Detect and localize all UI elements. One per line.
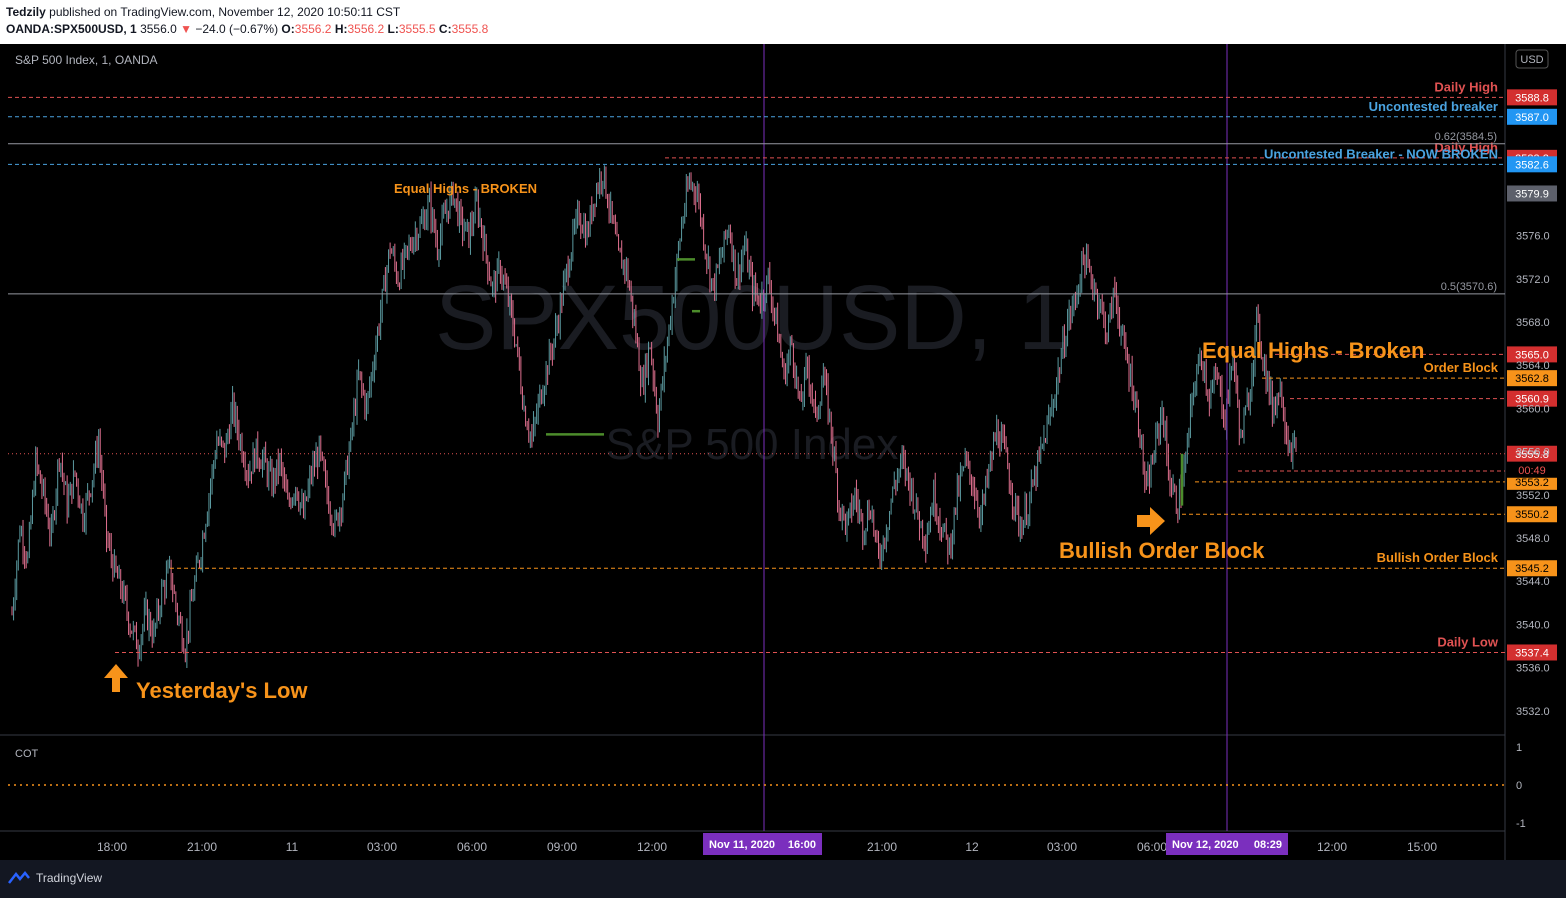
symbol-label: OANDA:SPX500USD, 1	[6, 22, 137, 36]
time-tick-label: 12:00	[1317, 840, 1347, 854]
tradingview-logo-text: TradingView	[36, 871, 103, 885]
price-tag-text: 3562.8	[1515, 373, 1549, 385]
time-tick-label: 06:00	[457, 840, 487, 854]
close-value: 3555.8	[451, 22, 489, 36]
price-level-label: Bullish Order Block	[1377, 550, 1499, 565]
time-tick-label: 03:00	[367, 840, 397, 854]
time-marker-date: Nov 12, 2020	[1172, 839, 1239, 851]
last-price: 3556.0	[140, 22, 177, 36]
time-tick-label: 03:00	[1047, 840, 1077, 854]
footer-bar: TradingView	[0, 860, 1566, 898]
price-tick-label: 3560.0	[1516, 403, 1550, 415]
fib-level-label: 0.62(3584.5)	[1435, 131, 1497, 143]
time-tick-label: 06:00	[1137, 840, 1167, 854]
price-tag-text: 3588.8	[1515, 92, 1549, 104]
time-tick-label: 18:00	[97, 840, 127, 854]
tradingview-logo[interactable]: TradingView	[8, 871, 102, 885]
price-tick-label: 3552.0	[1516, 490, 1550, 502]
open-value: 3556.2	[294, 22, 332, 36]
time-marker-time: 16:00	[788, 839, 816, 851]
low-value: 3555.5	[398, 22, 436, 36]
time-tick-label: 21:00	[187, 840, 217, 854]
time-tick-label: 09:00	[547, 840, 577, 854]
price-tag-text: 3579.9	[1515, 188, 1549, 200]
countdown-text: 00:49	[1518, 465, 1546, 477]
indicator-tick-label: -1	[1516, 818, 1526, 830]
annotation-bullish-order-block: Bullish Order Block	[1059, 538, 1265, 563]
chart-area[interactable]: SPX500USD, 1 S&P 500 Index S&P 500 Index,…	[0, 44, 1566, 860]
ohlc-line: OANDA:SPX500USD, 1 3556.0 ▼ −24.0 (−0.67…	[6, 22, 488, 36]
price-tag-text: 3550.2	[1515, 509, 1549, 521]
price-level-label: Daily High	[1434, 79, 1498, 94]
price-level-label: Order Block	[1424, 360, 1499, 375]
close-label: C:	[438, 22, 452, 36]
time-tick-label: 12:00	[637, 840, 667, 854]
price-tick-label: 3532.0	[1516, 706, 1550, 718]
publish-text: published on TradingView.com, November 1…	[49, 5, 401, 19]
author-name[interactable]: Tedzily	[6, 5, 46, 19]
time-tick-label: 15:00	[1407, 840, 1437, 854]
price-level-label: Uncontested Breaker - NOW BROKEN	[1264, 146, 1498, 161]
price-tag-text: 3582.6	[1515, 159, 1549, 171]
publish-line: Tedzily published on TradingView.com, No…	[6, 5, 400, 19]
high-value: 3556.2	[347, 22, 385, 36]
annotation-equal-highs: Equal Highs - Broken	[1202, 338, 1424, 363]
price-tick-label: 3564.0	[1516, 360, 1550, 372]
annotation-equal-highs-broken: Equal Highs - BROKEN	[394, 181, 537, 196]
publish-header: Tedzily published on TradingView.com, No…	[0, 0, 1566, 44]
price-tick-label: 3544.0	[1516, 576, 1550, 588]
open-label: O:	[281, 22, 295, 36]
arrow-right-icon	[1137, 507, 1165, 535]
price-tag-text: 3537.4	[1515, 647, 1549, 659]
indicator-label: COT	[15, 748, 39, 760]
down-arrow-icon: ▼	[180, 22, 192, 36]
time-marker-date: Nov 11, 2020	[709, 839, 775, 851]
currency-label: USD	[1520, 54, 1543, 66]
time-tick-label: 21:00	[867, 840, 897, 854]
price-tag-text: 3553.2	[1515, 477, 1549, 489]
price-tick-label: 3568.0	[1516, 317, 1550, 329]
time-marker-time: 08:29	[1254, 839, 1282, 851]
price-tick-label: 3540.0	[1516, 619, 1550, 631]
annotation-yesterdays-low: Yesterday's Low	[136, 678, 308, 703]
price-tick-label: 3536.0	[1516, 663, 1550, 675]
price-change: −24.0 (−0.67%)	[195, 22, 279, 36]
low-label: L:	[387, 22, 399, 36]
price-tag-text: 3545.2	[1515, 563, 1549, 575]
price-tick-label: 3572.0	[1516, 274, 1550, 286]
tradingview-logo-icon	[8, 871, 30, 884]
price-level-label: Daily Low	[1437, 634, 1499, 649]
price-chart[interactable]: SPX500USD, 1S&P 500 Index S&P 500 Index,…	[0, 44, 1566, 860]
watermark-name: S&P 500 Index	[606, 420, 899, 469]
price-level-label: Uncontested breaker	[1369, 99, 1498, 114]
high-label: H:	[334, 22, 348, 36]
price-tick-label: 3548.0	[1516, 533, 1550, 545]
arrow-up-icon	[104, 664, 128, 692]
chart-title: S&P 500 Index, 1, OANDA	[15, 53, 158, 67]
indicator-tick-label: 1	[1516, 742, 1522, 754]
price-tick-label: 3556.0	[1516, 447, 1550, 459]
time-tick-label: 12	[965, 840, 979, 854]
time-tick-label: 11	[286, 840, 299, 854]
price-tag-text: 3587.0	[1515, 112, 1549, 124]
price-tick-label: 3576.0	[1516, 231, 1550, 243]
fib-level-label: 0.5(3570.6)	[1441, 281, 1497, 293]
indicator-tick-label: 0	[1516, 780, 1522, 792]
